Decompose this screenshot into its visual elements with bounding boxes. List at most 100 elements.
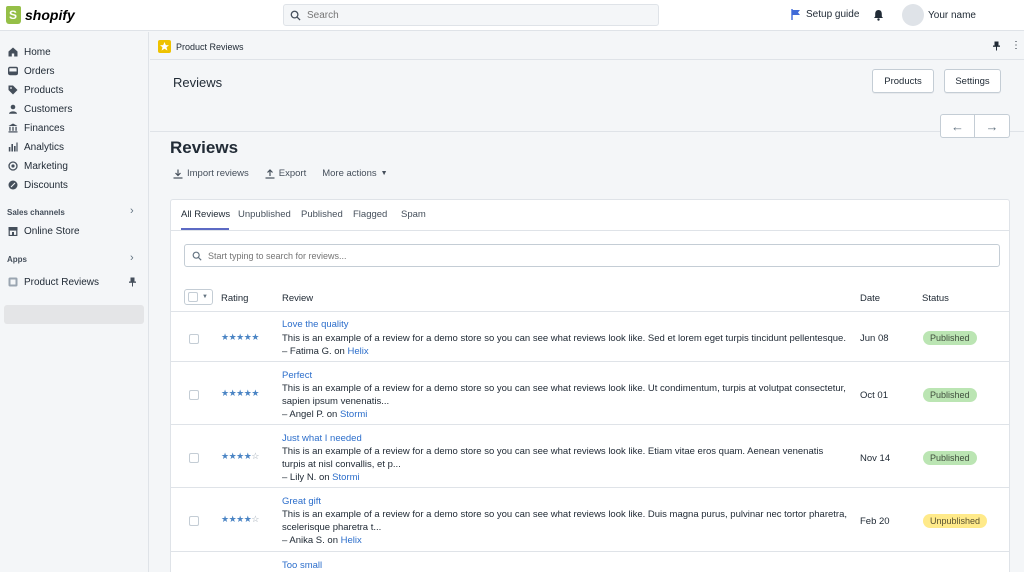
sidebar-item-discounts[interactable]: Discounts bbox=[8, 178, 68, 192]
flag-icon bbox=[791, 9, 800, 20]
star-app-icon bbox=[158, 40, 171, 53]
bar-chart-icon bbox=[8, 142, 18, 152]
sidebar-item-orders[interactable]: Orders bbox=[8, 64, 55, 78]
brand-name: shopify bbox=[25, 7, 75, 23]
review-title-link[interactable]: Love the quality bbox=[282, 319, 349, 330]
product-link[interactable]: Stormi bbox=[332, 472, 359, 483]
row-checkbox[interactable] bbox=[189, 390, 199, 400]
more-actions-label: More actions bbox=[322, 168, 377, 179]
review-date: Feb 20 bbox=[860, 516, 890, 527]
sidebar-item-customers[interactable]: Customers bbox=[8, 102, 72, 116]
product-link[interactable]: Helix bbox=[347, 346, 368, 357]
bell-icon[interactable] bbox=[873, 9, 884, 21]
pin-icon[interactable] bbox=[128, 277, 137, 287]
star-rating: ★★★★★ bbox=[221, 332, 259, 343]
import-reviews-button[interactable]: Import reviews bbox=[173, 168, 249, 179]
star-filled-icon: ★ bbox=[251, 388, 259, 398]
row-checkbox[interactable] bbox=[189, 516, 199, 526]
review-author-name: – Angel P. on bbox=[282, 409, 338, 420]
sidebar-item-home[interactable]: Home bbox=[8, 45, 51, 59]
setup-guide-label: Setup guide bbox=[806, 9, 860, 20]
global-search[interactable] bbox=[283, 4, 659, 26]
review-body: This is an example of a review for a dem… bbox=[282, 383, 846, 407]
star-rating: ★★★★☆ bbox=[221, 514, 259, 525]
review-title-link[interactable]: Too small bbox=[282, 560, 322, 571]
select-all-checkbox[interactable] bbox=[188, 292, 198, 302]
sidebar-item-product-reviews-highlight[interactable] bbox=[4, 305, 144, 324]
settings-button[interactable]: Settings bbox=[944, 69, 1001, 93]
row-checkbox[interactable] bbox=[189, 334, 199, 344]
status-badge: Published bbox=[923, 388, 977, 402]
sidebar-item-label: Customers bbox=[24, 103, 73, 115]
avatar[interactable] bbox=[902, 4, 924, 26]
star-filled-icon: ★ bbox=[221, 514, 229, 524]
table-row[interactable]: ★★★★☆ Great gift This is an example of a… bbox=[171, 489, 1009, 552]
star-filled-icon: ★ bbox=[221, 388, 229, 398]
sidebar-item-products[interactable]: Products bbox=[8, 83, 63, 97]
caret-down-icon: ▼ bbox=[380, 170, 388, 177]
store-icon bbox=[8, 227, 18, 236]
chevron-right-icon[interactable]: › bbox=[130, 252, 134, 264]
user-name[interactable]: Your name bbox=[928, 10, 976, 21]
column-rating[interactable]: Rating bbox=[221, 293, 248, 304]
sidebar-item-finances[interactable]: Finances bbox=[8, 121, 65, 135]
product-link[interactable]: Helix bbox=[341, 535, 362, 546]
title-bar: Reviews Products Settings bbox=[150, 61, 1024, 132]
review-author: – Fatima G. on Helix bbox=[282, 346, 369, 357]
sidebar-item-analytics[interactable]: Analytics bbox=[8, 140, 64, 154]
table-row[interactable]: Too small bbox=[171, 553, 1009, 572]
export-button[interactable]: Export bbox=[265, 168, 306, 179]
pin-icon[interactable] bbox=[992, 41, 1001, 51]
setup-guide-button[interactable]: Setup guide bbox=[791, 9, 859, 20]
column-status[interactable]: Status bbox=[922, 293, 949, 304]
arrow-left-icon: ← bbox=[951, 118, 964, 134]
review-title-link[interactable]: Perfect bbox=[282, 370, 312, 381]
tab-all-reviews[interactable]: All Reviews bbox=[181, 209, 230, 220]
shopify-logo[interactable]: shopify bbox=[6, 6, 75, 24]
tab-published[interactable]: Published bbox=[301, 209, 343, 220]
orders-icon bbox=[8, 66, 18, 76]
more-options-icon[interactable]: ⋮ bbox=[1011, 40, 1021, 51]
sidebar-item-product-reviews[interactable]: Product Reviews bbox=[8, 275, 99, 289]
tab-unpublished[interactable]: Unpublished bbox=[238, 209, 291, 220]
sidebar-item-marketing[interactable]: Marketing bbox=[8, 159, 68, 173]
tab-flagged[interactable]: Flagged bbox=[353, 209, 387, 220]
star-filled-icon: ★ bbox=[221, 332, 229, 342]
column-date[interactable]: Date bbox=[860, 293, 880, 304]
review-title-link[interactable]: Just what I needed bbox=[282, 433, 362, 444]
page-actions: Import reviews Export More actions ▼ bbox=[173, 168, 388, 179]
star-filled-icon: ★ bbox=[236, 332, 244, 342]
sidebar-item-label: Products bbox=[24, 84, 64, 96]
row-checkbox[interactable] bbox=[189, 453, 199, 463]
sidebar-item-label: Analytics bbox=[24, 141, 65, 153]
sidebar-item-label: Finances bbox=[24, 122, 65, 134]
product-link[interactable]: Stormi bbox=[340, 409, 367, 420]
tab-spam[interactable]: Spam bbox=[401, 209, 426, 220]
sidebar-item-label: Online Store bbox=[24, 225, 80, 237]
table-row[interactable]: ★★★★★ Perfect This is an example of a re… bbox=[171, 363, 1009, 425]
review-search[interactable] bbox=[184, 244, 1000, 267]
status-badge: Unpublished bbox=[923, 514, 988, 528]
sales-channels-label: Sales channels bbox=[7, 208, 65, 217]
previous-page-button[interactable]: ← bbox=[940, 114, 975, 138]
review-search-input[interactable] bbox=[208, 250, 988, 261]
star-filled-icon: ★ bbox=[221, 451, 229, 461]
products-button[interactable]: Products bbox=[872, 69, 934, 93]
review-title-link[interactable]: Great gift bbox=[282, 496, 321, 507]
column-review[interactable]: Review bbox=[282, 293, 313, 304]
sidebar-item-online-store[interactable]: Online Store bbox=[8, 224, 80, 238]
next-page-button[interactable]: → bbox=[975, 114, 1010, 138]
review-author-name: – Fatima G. on bbox=[282, 346, 345, 357]
table-row[interactable]: ★★★★★ Love the quality This is an exampl… bbox=[171, 313, 1009, 362]
reviews-card: All Reviews Unpublished Published Flagge… bbox=[170, 199, 1010, 572]
review-author: – Lily N. on Stormi bbox=[282, 472, 360, 483]
table-row[interactable]: ★★★★☆ Just what I needed This is an exam… bbox=[171, 426, 1009, 488]
sidebar-item-label: Home bbox=[24, 46, 51, 58]
bulk-select[interactable]: ▼ bbox=[184, 289, 213, 305]
chevron-right-icon[interactable]: › bbox=[130, 205, 134, 217]
more-actions-button[interactable]: More actions ▼ bbox=[322, 168, 387, 179]
review-body: This is an example of a review for a dem… bbox=[282, 509, 847, 533]
review-date: Nov 14 bbox=[860, 453, 891, 464]
main-area: Product Reviews ⋮ Reviews Products Setti… bbox=[150, 32, 1024, 572]
global-search-input[interactable] bbox=[307, 9, 637, 21]
